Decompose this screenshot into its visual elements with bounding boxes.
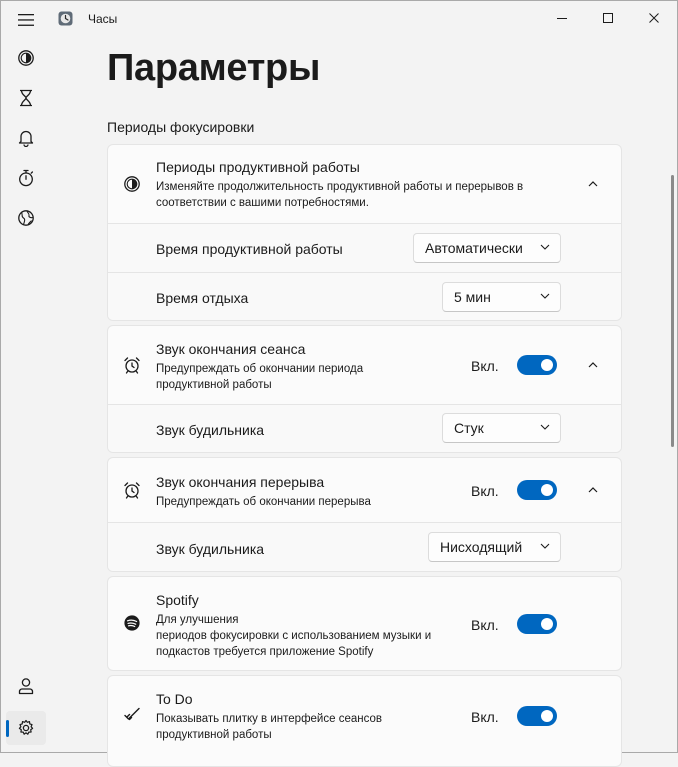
card-description-line: Для улучшения xyxy=(156,614,239,626)
toggle-state-label: Вкл. xyxy=(471,709,499,725)
card-description-line: Предупреждать об окончании перерыва xyxy=(156,496,371,508)
card-title: Звук окончания перерыва xyxy=(156,474,325,490)
card-description-line: продуктивной работы xyxy=(156,379,272,391)
collapse-button[interactable] xyxy=(581,478,605,502)
session-end-sound-header[interactable]: Звук окончания сеанса Предупреждать об о… xyxy=(108,326,621,404)
card-title: Звук окончания сеанса xyxy=(156,341,306,357)
card-description-line: продуктивной работы xyxy=(156,729,272,741)
hourglass-icon xyxy=(20,89,32,107)
dropdown-value: Стук xyxy=(454,420,484,436)
nav-stopwatch[interactable] xyxy=(6,161,46,195)
window-title: Часы xyxy=(88,12,118,26)
work-time-label: Время продуктивной работы xyxy=(156,241,343,257)
bell-icon xyxy=(18,130,34,147)
chevron-down-icon xyxy=(540,293,550,299)
title-bar: Часы xyxy=(1,1,677,35)
card-title: Периоды продуктивной работы xyxy=(156,159,360,175)
alarm-sound-label: Звук будильника xyxy=(156,541,265,557)
productive-periods-header[interactable]: Периоды продуктивной работы Изменяйте пр… xyxy=(108,145,621,223)
collapse-button[interactable] xyxy=(581,353,605,377)
nav-world-clock[interactable] xyxy=(6,201,46,235)
section-heading: Периоды фокусировки xyxy=(107,119,255,135)
account-button[interactable] xyxy=(6,669,46,703)
person-icon xyxy=(18,678,34,695)
stopwatch-icon xyxy=(19,169,34,187)
break-alarm-sound-dropdown[interactable]: Нисходящий xyxy=(428,532,561,562)
productive-periods-card: Периоды продуктивной работы Изменяйте пр… xyxy=(107,144,622,321)
toggle-knob xyxy=(541,618,553,630)
rest-time-row: Время отдыха 5 мин xyxy=(108,272,621,320)
close-icon xyxy=(649,13,659,23)
session-alarm-sound-row: Звук будильника Стук xyxy=(108,404,621,452)
chevron-up-icon xyxy=(588,181,598,187)
break-end-sound-header[interactable]: Звук окончания перерыва Предупреждать об… xyxy=(108,458,621,522)
dropdown-value: 5 мин xyxy=(454,289,491,305)
spotify-row: Spotify Для улучшения периодов фокусиров… xyxy=(108,577,621,670)
collapse-button[interactable] xyxy=(581,172,605,196)
chevron-down-icon xyxy=(540,424,550,430)
spotify-toggle[interactable] xyxy=(517,614,557,634)
toggle-knob xyxy=(541,710,553,722)
break-end-sound-card: Звук окончания перерыва Предупреждать об… xyxy=(107,457,622,572)
card-description-line: соответствии с вашими потребностями. xyxy=(156,197,369,209)
toggle-state-label: Вкл. xyxy=(471,617,499,633)
work-time-row: Время продуктивной работы Автоматически xyxy=(108,223,621,273)
card-description-line: Предупреждать об окончании периода xyxy=(156,363,364,375)
page-title: Параметры xyxy=(107,47,321,89)
dropdown-value: Автоматически xyxy=(425,240,523,256)
chevron-down-icon xyxy=(540,543,550,549)
spotify-icon xyxy=(124,615,140,631)
nav-focus-sessions[interactable] xyxy=(6,41,46,75)
minimize-icon xyxy=(557,18,567,19)
spotify-card: Spotify Для улучшения периодов фокусиров… xyxy=(107,576,622,671)
chevron-down-icon xyxy=(540,244,550,250)
close-button[interactable] xyxy=(631,1,677,35)
todo-check-icon xyxy=(124,707,140,721)
navigation-sidebar xyxy=(1,1,51,752)
break-end-sound-toggle[interactable] xyxy=(517,480,557,500)
session-alarm-sound-dropdown[interactable]: Стук xyxy=(442,413,561,443)
toggle-knob xyxy=(541,484,553,496)
alarm-clock-icon xyxy=(124,482,140,499)
toggle-state-label: Вкл. xyxy=(471,483,499,499)
todo-toggle[interactable] xyxy=(517,706,557,726)
rest-time-dropdown[interactable]: 5 мин xyxy=(442,282,561,312)
globe-icon xyxy=(18,210,34,226)
todo-card: To Do Показывать плитку в интерфейсе сеа… xyxy=(107,675,622,767)
card-title: Spotify xyxy=(156,592,199,608)
card-description-line: Показывать плитку в интерфейсе сеансов xyxy=(156,713,382,725)
chevron-up-icon xyxy=(588,362,598,368)
focus-icon xyxy=(124,176,140,192)
maximize-button[interactable] xyxy=(585,1,631,35)
toggle-knob xyxy=(541,359,553,371)
toggle-state-label: Вкл. xyxy=(471,358,499,374)
nav-alarm[interactable] xyxy=(6,121,46,155)
card-description-line: подкастов требуется приложение Spotify xyxy=(156,646,374,658)
session-end-sound-card: Звук окончания сеанса Предупреждать об о… xyxy=(107,325,622,453)
gear-icon xyxy=(18,719,34,735)
focus-icon xyxy=(18,50,34,66)
settings-button[interactable] xyxy=(6,711,46,745)
settings-page: Параметры Периоды фокусировки Периоды пр… xyxy=(51,35,677,767)
card-description-line: Изменяйте продолжительность продуктивной… xyxy=(156,181,524,193)
card-description-line: периодов фокусировки с использованием му… xyxy=(156,630,432,642)
session-end-sound-toggle[interactable] xyxy=(517,355,557,375)
clock-app-icon xyxy=(58,11,73,26)
app-window: Часы Параметры Периоды фокусировки Перио… xyxy=(0,0,678,767)
vertical-scrollbar[interactable] xyxy=(671,175,674,447)
rest-time-label: Время отдыха xyxy=(156,290,249,306)
alarm-sound-label: Звук будильника xyxy=(156,422,265,438)
maximize-icon xyxy=(603,13,613,23)
minimize-button[interactable] xyxy=(539,1,585,35)
chevron-up-icon xyxy=(588,487,598,493)
work-time-dropdown[interactable]: Автоматически xyxy=(413,233,561,263)
break-alarm-sound-row: Звук будильника Нисходящий xyxy=(108,522,621,571)
active-nav-indicator xyxy=(6,720,9,737)
dropdown-value: Нисходящий xyxy=(440,539,523,555)
card-title: To Do xyxy=(156,691,193,707)
alarm-clock-icon xyxy=(124,357,140,374)
nav-timer[interactable] xyxy=(6,81,46,115)
